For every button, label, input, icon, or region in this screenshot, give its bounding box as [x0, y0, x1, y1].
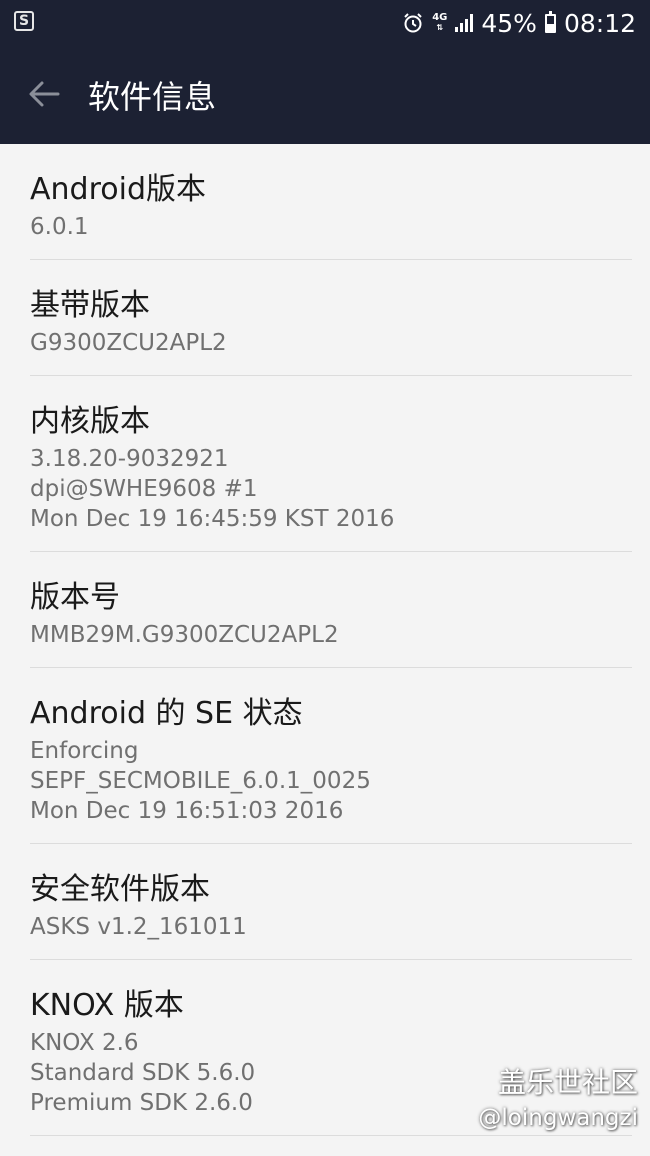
list-item[interactable]: 基带版本 G9300ZCU2APL2	[0, 260, 650, 376]
list-item-value: dpi@SWHE9608 #1	[30, 476, 258, 502]
list-item-value: Mon Dec 19 16:51:03 2016	[30, 798, 344, 824]
list-item-value: MMB29M.G9300ZCU2APL2	[30, 622, 339, 648]
list-item-label: 内核版本	[30, 404, 150, 439]
status-bar: S 4G ⇅ 45% 08:12	[0, 0, 650, 46]
app-bar: 软件信息	[0, 46, 650, 144]
list-item-value: Enforcing	[30, 738, 139, 764]
list-item[interactable]: 内核版本 3.18.20-9032921 dpi@SWHE9608 #1 Mon De…	[0, 376, 650, 552]
list-item[interactable]: 安全软件版本 ASKS v1.2_161011	[0, 844, 650, 960]
list-item-label: Android 的 SE 状态	[30, 696, 303, 731]
watermark-title: 盖乐世社区	[497, 1066, 638, 1099]
list-item-value: KNOX 2.6	[30, 1030, 139, 1056]
software-info-list: Android版本 6.0.1 基带版本 G9300ZCU2APL2 内核版本 3.18.…	[0, 144, 650, 1136]
list-item-value: 3.18.20-9032921	[30, 446, 229, 472]
network-type-icon: 4G ⇅	[432, 12, 448, 33]
app-notification-icon: S	[14, 11, 34, 31]
list-item-value: 6.0.1	[30, 214, 89, 240]
list-item-label: 安全软件版本	[30, 872, 210, 907]
list-item[interactable]: Android版本 6.0.1	[0, 144, 650, 260]
list-item[interactable]: 版本号 MMB29M.G9300ZCU2APL2	[0, 552, 650, 668]
list-item-value: SEPF_SECMOBILE_6.0.1_0025	[30, 768, 371, 794]
watermark: 盖乐世社区 @loingwangzi	[478, 1064, 638, 1134]
network-type-label: 4G	[432, 12, 448, 23]
screen: S 4G ⇅ 45% 08:12 软件信息 Android版本 6.0.1 基带版本…	[0, 0, 650, 1156]
list-item-value: Mon Dec 19 16:45:59 KST 2016	[30, 506, 395, 532]
status-icons: 4G ⇅ 45% 08:12	[402, 0, 636, 46]
list-item-label: 基带版本	[30, 288, 150, 323]
watermark-user: @loingwangzi	[478, 1105, 638, 1131]
page-title: 软件信息	[88, 78, 217, 116]
list-item-value: G9300ZCU2APL2	[30, 330, 227, 356]
battery-percent: 45%	[481, 8, 537, 38]
list-item-label: KNOX 版本	[30, 988, 184, 1023]
list-item-label: 版本号	[30, 580, 120, 615]
list-item[interactable]: Android 的 SE 状态 Enforcing SEPF_SECMOBILE_6…	[0, 668, 650, 844]
list-item-label: Android版本	[30, 172, 206, 207]
clock: 08:12	[563, 8, 636, 38]
alarm-icon	[404, 13, 422, 33]
back-arrow-icon[interactable]	[24, 74, 64, 114]
battery-icon	[544, 10, 556, 33]
list-item-value: ASKS v1.2_161011	[30, 914, 247, 940]
signal-icon	[455, 14, 474, 32]
